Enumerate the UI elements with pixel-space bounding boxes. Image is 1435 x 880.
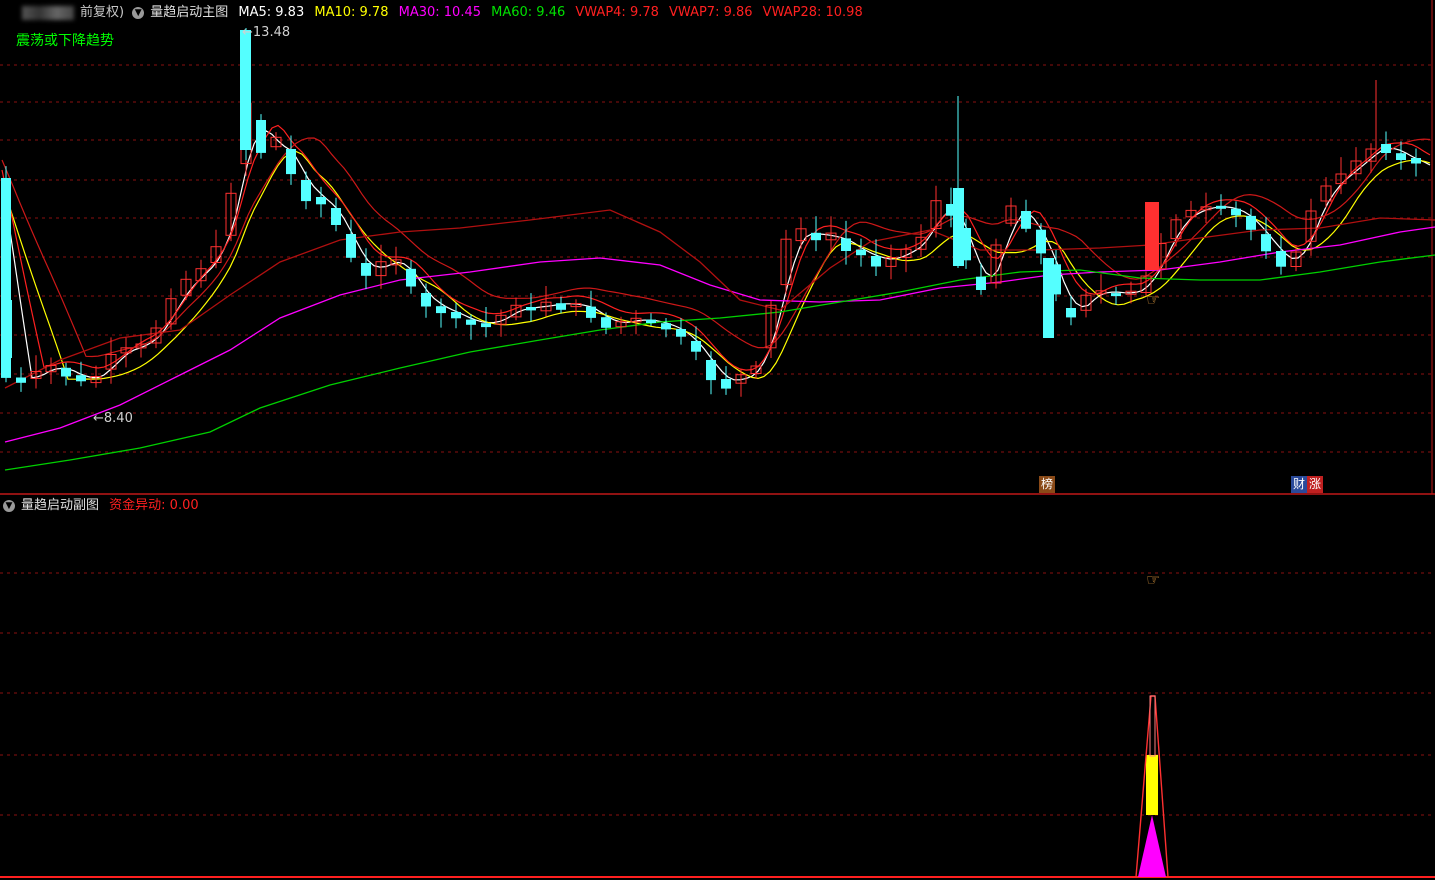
candle-body-down [481,323,491,328]
candle-body-down [871,256,881,267]
candle-body-down [286,149,296,175]
main-indicator-title[interactable]: 量趋启动主图 [150,5,228,20]
candle-body-down [1231,208,1241,216]
signal-candle-up [1145,202,1159,270]
candle-body-down [1261,234,1271,252]
candlesticks[interactable] [1,28,1421,397]
candle-body-down [841,238,851,251]
candle-body-down [706,360,716,381]
main-panel-header: 前复权) ▼ 量趋启动主图 MA5: 9.83 MA10: 9.78 MA30: … [0,2,869,24]
candle-body-down [1396,153,1406,160]
stock-suffix: 前复权) [80,5,125,20]
signal-spike-yellow [1146,755,1158,815]
candle-body-down [240,30,251,150]
capital-anomaly-value: 资金异动: 0.00 [109,498,199,513]
vwap28-line [4,209,1435,389]
candle-body-down [1021,211,1031,229]
candle-body-down [721,379,731,389]
candle-body-down [556,303,566,310]
limit-up-badge[interactable]: 涨 [1307,476,1324,493]
candle-body-down [451,312,461,319]
ma10-value: MA10: 9.78 [314,5,389,20]
candle-body-down [646,319,656,323]
sub-panel-header: ▼ 量趋启动副图 资金异动: 0.00 [0,495,205,517]
candle-body-down [1,300,12,358]
vwap4-value: VWAP4: 9.78 [575,5,659,20]
candle-body-down [61,367,71,377]
hand-cursor-icon: ☞ [1146,290,1161,309]
candle-body-down [976,276,986,290]
candle-body-down [1411,158,1421,164]
low-price-value: 8.40 [103,411,133,426]
candle-body-down [1066,308,1076,318]
candle-body-down [586,306,596,318]
candle-body-down [691,341,701,352]
chevron-down-icon[interactable]: ▼ [132,6,145,19]
low-price-label: ←8.40 [93,411,133,426]
candle-body-down [1036,229,1046,254]
ma5-value: MA5: 9.83 [238,5,305,20]
candle-body-down [1276,251,1286,267]
candle-body-down [16,377,26,383]
candle-body-down [676,329,686,337]
candle-body-down [346,234,356,258]
candle-body-down [316,197,326,205]
sub-indicator-plot [1135,695,1169,878]
ma60-line [4,254,1435,471]
signal-spike-magenta [1138,815,1166,877]
candle-body-down [601,317,611,328]
candle-body-down [421,293,431,307]
moving-average-lines [1,124,1435,471]
candle-body-down [406,268,416,287]
kline-chart[interactable] [0,0,1435,880]
blurred-stock-name [22,5,74,20]
candle-body-down [436,306,446,314]
candle-body-down [953,188,964,266]
candle-body-down [1111,293,1121,297]
candle-body-down [466,319,476,325]
candle-body-down [661,323,671,330]
candle-body-down [1246,215,1256,230]
finance-badge[interactable]: 财 [1291,476,1308,493]
candle-body-down [526,307,536,311]
grid-lines [0,0,1435,878]
sub-indicator-title[interactable]: 量趋启动副图 [21,498,99,513]
candle-body-down [361,263,371,276]
candle-body-down [1216,205,1226,209]
candle-body-down [301,180,311,202]
candle-body-down [256,120,266,153]
candle-body-down [331,208,341,225]
ma30-value: MA30: 10.45 [398,5,481,20]
candle-body-down [1043,258,1054,338]
rank-badge[interactable]: 榜 [1039,476,1056,493]
trend-status-label: 震荡或下降趋势 [16,33,114,49]
candle-body-down [856,249,866,256]
candle-body-down [1381,144,1391,153]
high-price-value: 13.48 [252,25,291,40]
candle-body-down [811,232,821,241]
chevron-down-icon[interactable]: ▼ [3,499,15,512]
high-price-label: ←13.48 [242,25,291,40]
vwap28-value: VWAP28: 10.98 [762,5,863,20]
hand-cursor-icon: ☞ [1146,570,1161,589]
ma60-value: MA60: 9.46 [491,5,566,20]
vwap7-value: VWAP7: 9.86 [669,5,753,20]
candle-body-down [76,375,86,382]
